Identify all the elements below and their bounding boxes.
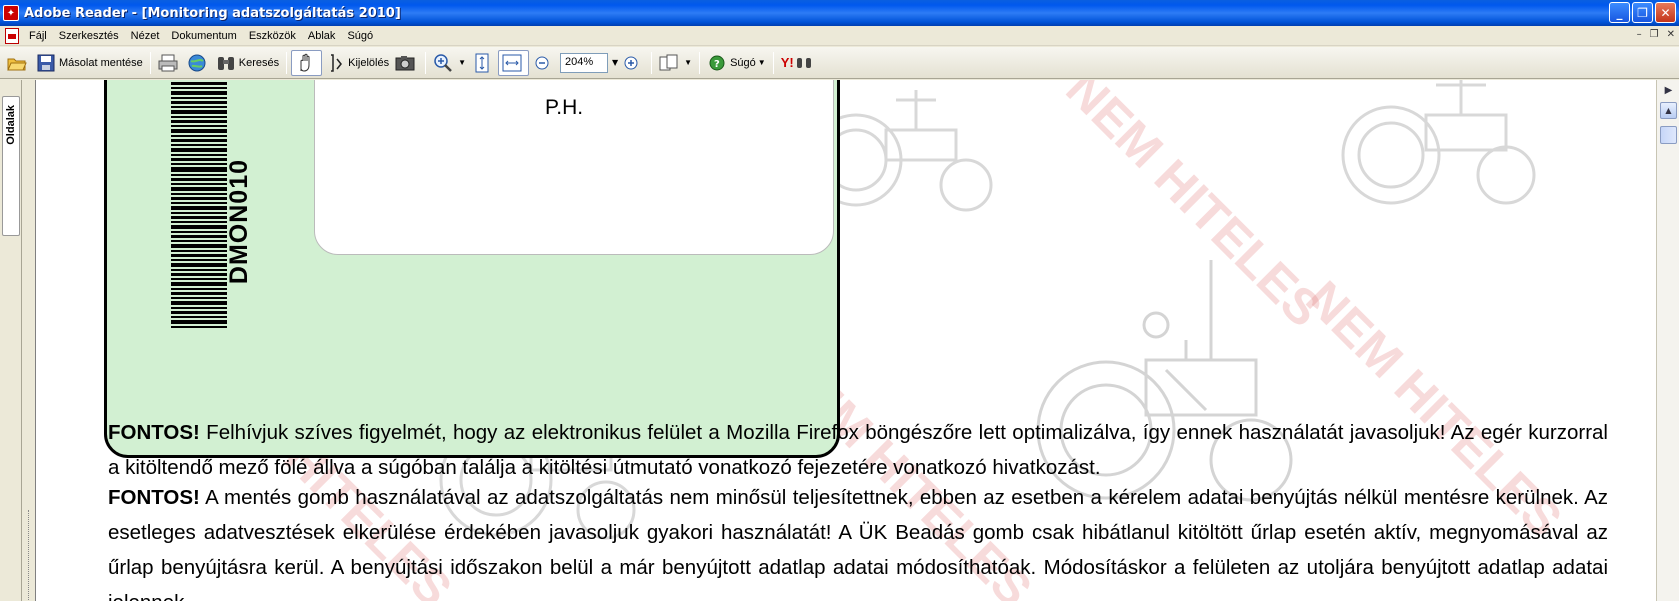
toolbar-separator — [286, 51, 288, 74]
minimize-button[interactable]: _ — [1609, 2, 1630, 23]
stamp-label: P.H. — [545, 96, 584, 119]
help-icon: ? — [707, 53, 727, 73]
fit-width-button[interactable] — [498, 49, 530, 76]
help-button[interactable]: ? Súgó ▼ — [704, 50, 769, 76]
pages-tab[interactable]: Oldalak — [2, 96, 20, 236]
doc-minimize-button[interactable]: – — [1637, 29, 1642, 40]
search-button[interactable]: Keresés — [213, 50, 282, 76]
pane-splitter[interactable] — [22, 80, 36, 601]
close-button[interactable]: ✕ — [1655, 2, 1676, 23]
menu-file[interactable]: Fájl — [23, 26, 53, 46]
doc-restore-button[interactable]: ❐ — [1650, 29, 1659, 40]
toolbar-separator — [772, 51, 774, 74]
notice-1-heading: FONTOS! — [108, 421, 200, 444]
notice-paragraph-1: FONTOS! Felhívjuk szíves figyelmét, hogy… — [108, 415, 1608, 485]
email-button[interactable] — [184, 50, 213, 76]
stamp-box: DMON010 P.H. — [104, 80, 840, 458]
navigation-pane: Oldalak — [0, 80, 22, 601]
menu-bar: Fájl Szerkesztés Nézet Dokumentum Eszköz… — [0, 26, 1679, 46]
hand-icon — [295, 53, 315, 73]
snapshot-button[interactable] — [392, 50, 421, 76]
yahoo-toolbar-button[interactable]: Y! — [778, 50, 820, 76]
save-copy-button[interactable]: Másolat mentése — [33, 50, 146, 76]
menu-view[interactable]: Nézet — [125, 26, 166, 46]
barcode — [171, 82, 227, 328]
page-layout-button[interactable]: ▼ — [656, 50, 695, 76]
chevron-down-icon[interactable]: ▼ — [684, 58, 692, 67]
select-tool-button[interactable]: Kijelölés — [322, 50, 392, 76]
barcode-label: DMON010 — [225, 159, 253, 285]
chevron-down-icon[interactable]: ▼ — [458, 58, 466, 67]
doc-close-button[interactable]: ✕ — [1667, 29, 1675, 40]
printer-icon — [158, 53, 178, 73]
toolbar-separator — [425, 51, 427, 74]
notice-paragraph-2: FONTOS! A mentés gomb használatával az a… — [108, 480, 1608, 601]
toolbar-separator — [651, 51, 653, 74]
document-view: NEM HITELES NEM HITELES NEM HITELES NEM … — [36, 80, 1656, 601]
camera-icon — [395, 53, 415, 73]
menu-tools[interactable]: Eszközök — [243, 26, 302, 46]
fit-page-icon — [472, 53, 492, 73]
zoom-out-button[interactable] — [529, 50, 558, 76]
toolbar-separator — [149, 51, 151, 74]
floppy-disk-icon — [36, 53, 56, 73]
magnifier-plus-icon — [433, 53, 453, 73]
plus-circle-icon — [621, 53, 641, 73]
binoculars-icon — [216, 53, 236, 73]
stamp-area: P.H. — [314, 80, 834, 255]
fit-height-button[interactable] — [469, 50, 498, 76]
chevron-down-icon[interactable]: ▼ — [758, 58, 766, 67]
title-bar: ✦ Adobe Reader - [Monitoring adatszolgál… — [0, 0, 1679, 26]
scroll-thumb[interactable] — [1660, 126, 1677, 144]
scroll-up-button[interactable]: ▲ — [1660, 102, 1677, 119]
help-label: Súgó — [730, 56, 756, 69]
toolbar-separator — [699, 51, 701, 74]
binoculars-small-icon — [794, 53, 814, 73]
restore-button[interactable]: ❐ — [1632, 2, 1653, 23]
open-folder-icon — [7, 53, 27, 73]
toolbar: Másolat mentése Keresés Kijelölés ▼ 204%… — [0, 47, 1679, 79]
menu-window[interactable]: Ablak — [302, 26, 342, 46]
globe-email-icon — [187, 53, 207, 73]
vertical-scrollbar[interactable]: ▶ ▲ — [1656, 80, 1679, 601]
zoom-input[interactable]: 204% — [560, 52, 609, 73]
tractor-watermark — [1341, 80, 1536, 205]
hand-tool-button[interactable] — [291, 49, 323, 76]
menu-edit[interactable]: Szerkesztés — [53, 26, 125, 46]
open-button[interactable] — [4, 50, 33, 76]
pages-icon — [659, 53, 679, 73]
yahoo-icon: Y! — [780, 55, 794, 70]
menu-document[interactable]: Dokumentum — [165, 26, 242, 46]
select-label: Kijelölés — [348, 56, 390, 69]
zoom-in-button[interactable] — [618, 50, 647, 76]
fit-width-icon — [502, 53, 522, 73]
zoom-in-tool-button[interactable]: ▼ — [430, 50, 469, 76]
notice-2-heading: FONTOS! — [108, 486, 200, 509]
notice-1-text: Felhívjuk szíves figyelmét, hogy az elek… — [108, 421, 1608, 479]
save-copy-label: Másolat mentése — [59, 56, 143, 69]
pane-expand-arrow-icon[interactable]: ▶ — [1660, 82, 1677, 99]
text-cursor-icon — [325, 53, 345, 73]
menu-help[interactable]: Súgó — [341, 26, 379, 46]
adobe-reader-icon: ✦ — [3, 5, 19, 21]
window-title: Adobe Reader - [Monitoring adatszolgálta… — [24, 5, 401, 21]
document-icon[interactable] — [5, 27, 19, 44]
minus-circle-icon — [532, 53, 552, 73]
notice-2-text: A mentés gomb használatával az adatszolg… — [108, 486, 1608, 601]
pages-tab-label: Oldalak — [5, 105, 17, 145]
search-label: Keresés — [238, 56, 280, 69]
print-button[interactable] — [155, 50, 184, 76]
svg-text:?: ? — [714, 59, 720, 70]
